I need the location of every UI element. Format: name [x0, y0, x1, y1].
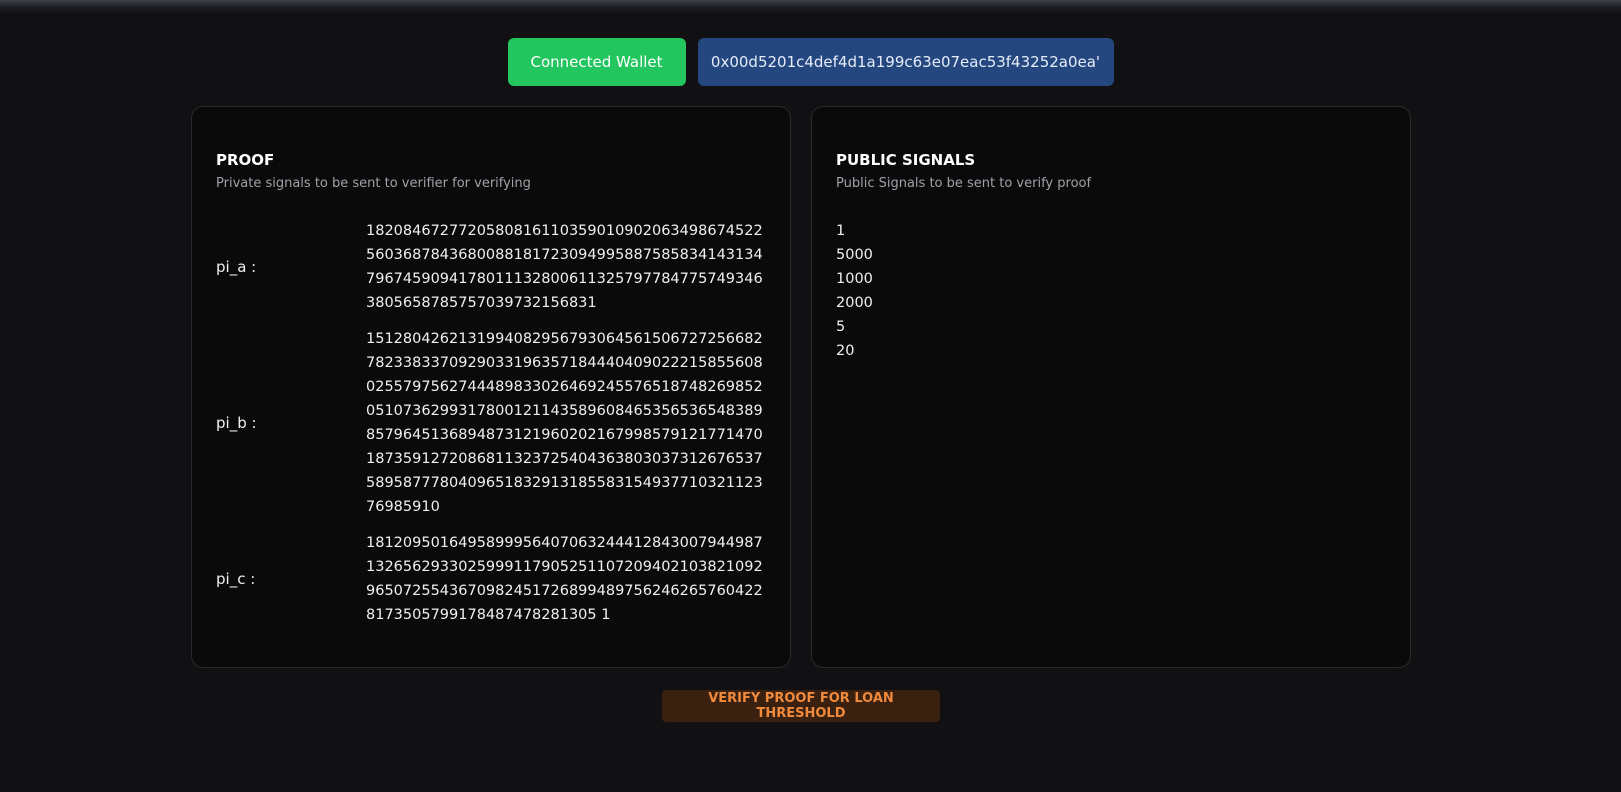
- pi-a-label: pi_a :: [216, 258, 257, 276]
- pi-c-label: pi_c :: [216, 570, 256, 588]
- public-signals-title: PUBLIC SIGNALS: [836, 151, 976, 169]
- wallet-address-button[interactable]: 0x00d5201c4def4d1a199c63e07eac53f43252a0…: [697, 38, 1114, 86]
- wallet-bar: Connected Wallet 0x00d5201c4def4d1a199c6…: [0, 38, 1621, 86]
- public-signal-item: 1000: [836, 271, 873, 287]
- proof-card: PROOF Private signals to be sent to veri…: [191, 106, 791, 668]
- proof-subtitle: Private signals to be sent to verifier f…: [216, 176, 531, 191]
- pi-a-value: 1820846727720580816110359010902063498674…: [366, 223, 763, 311]
- connected-wallet-button[interactable]: Connected Wallet: [507, 38, 686, 86]
- public-signal-item: 5: [836, 319, 846, 335]
- pi-a-row: pi_a : 182084672772058081611035901090206…: [216, 219, 768, 315]
- public-signal-item: 2000: [836, 295, 873, 311]
- pi-c-value: 1812095016495899956407063244412843007944…: [366, 535, 763, 623]
- public-signal-item: 5000: [836, 247, 873, 263]
- public-signal-item: 1: [836, 223, 846, 239]
- pi-b-value: 1512804262131994082956793064561506727256…: [366, 331, 763, 515]
- top-header-shadow: [0, 0, 1621, 14]
- public-signal-item: 20: [836, 343, 855, 359]
- public-signals-card: PUBLIC SIGNALS Public Signals to be sent…: [811, 106, 1411, 668]
- verify-proof-button[interactable]: VERIFY PROOF FOR LOAN THRESHOLD: [662, 690, 940, 722]
- public-signals-subtitle: Public Signals to be sent to verify proo…: [836, 176, 1092, 191]
- pi-c-row: pi_c : 181209501649589995640706324441284…: [216, 531, 768, 627]
- pi-b-row: pi_b : 151280426213199408295679306456150…: [216, 327, 768, 519]
- proof-title: PROOF: [216, 151, 275, 169]
- pi-b-label: pi_b :: [216, 414, 257, 432]
- public-signals-list: 1 5000 1000 2000 5 20: [836, 219, 873, 363]
